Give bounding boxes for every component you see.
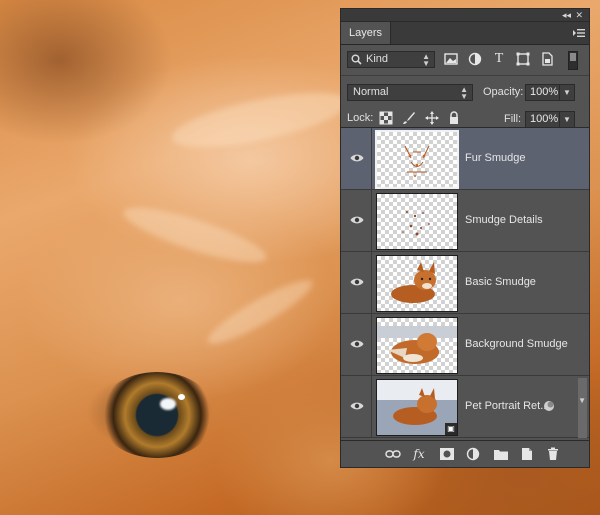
- smart-object-filter-icon[interactable]: [539, 51, 555, 67]
- lock-image-pixels-icon[interactable]: [402, 111, 416, 125]
- fill-value: 100%: [530, 113, 559, 125]
- add-mask-icon[interactable]: [439, 447, 455, 461]
- new-group-icon[interactable]: [493, 447, 509, 461]
- layer-name[interactable]: Basic Smudge: [465, 276, 536, 288]
- opacity-label: Opacity:: [483, 86, 524, 98]
- visibility-toggle[interactable]: [341, 314, 372, 375]
- lock-label: Lock:: [347, 112, 374, 124]
- adjustment-filter-icon[interactable]: [467, 51, 483, 67]
- panel-tab-bar: Layers: [341, 22, 589, 45]
- scroll-down-icon[interactable]: ▼: [578, 396, 586, 405]
- filter-row: Kind ▲ ▼ T: [341, 45, 589, 72]
- smart-object-thumbnail-icon: ▣: [445, 423, 457, 435]
- layer-row[interactable]: Basic Smudge: [341, 252, 589, 314]
- new-layer-icon[interactable]: [519, 447, 535, 461]
- eye-icon[interactable]: [350, 277, 364, 287]
- eye-icon[interactable]: [350, 153, 364, 163]
- collapse-icon[interactable]: ◂◂: [562, 9, 571, 21]
- chevron-down-icon[interactable]: ▼: [559, 112, 574, 127]
- fill-label: Fill:: [504, 113, 522, 125]
- search-icon: [351, 54, 362, 65]
- new-adjustment-layer-icon[interactable]: [465, 447, 481, 461]
- layer-name[interactable]: Smudge Details: [465, 214, 543, 226]
- layer-thumbnail: [376, 317, 458, 374]
- lock-transparent-pixels-icon[interactable]: [379, 111, 393, 125]
- opacity-value: 100%: [530, 86, 559, 98]
- panel-top-bar: ◂◂ ✕: [341, 9, 589, 22]
- layer-row[interactable]: Fur Smudge: [341, 128, 589, 190]
- eye-reflection: [160, 398, 176, 410]
- layer-row[interactable]: ▣ Pet Portrait Ret...: [341, 376, 589, 438]
- smart-filter-badge-icon[interactable]: [543, 400, 555, 412]
- layer-name[interactable]: Background Smudge: [465, 338, 568, 350]
- lock-position-icon[interactable]: [425, 111, 439, 125]
- layer-row[interactable]: Background Smudge: [341, 314, 589, 376]
- dog-eye: [98, 372, 216, 458]
- shape-filter-icon[interactable]: [515, 51, 531, 67]
- lock-all-icon[interactable]: [447, 111, 461, 125]
- panel-menu-icon[interactable]: [573, 27, 585, 39]
- filter-kind-value: Kind: [366, 53, 389, 65]
- updown-arrows-icon: ▲ ▼: [460, 85, 468, 101]
- layer-name[interactable]: Pet Portrait Ret...: [465, 400, 549, 412]
- delete-layer-icon[interactable]: [545, 447, 561, 461]
- chevron-down-icon[interactable]: ▼: [559, 85, 574, 100]
- eye-reflection: [178, 394, 185, 400]
- visibility-toggle[interactable]: [341, 190, 372, 251]
- updown-arrows-icon: ▲ ▼: [422, 52, 430, 68]
- blend-row: Normal ▲ ▼ Opacity: 100% ▼: [341, 79, 589, 106]
- layer-row[interactable]: Smudge Details: [341, 190, 589, 252]
- link-layers-icon[interactable]: [385, 447, 401, 461]
- visibility-toggle[interactable]: [341, 376, 372, 437]
- opacity-field[interactable]: 100% ▼: [525, 84, 575, 101]
- layer-thumbnail: ▣: [376, 379, 458, 436]
- fx-icon[interactable]: fx: [411, 447, 427, 461]
- blend-mode-value: Normal: [353, 86, 389, 98]
- fill-field[interactable]: 100% ▼: [525, 111, 575, 128]
- visibility-toggle[interactable]: [341, 128, 372, 189]
- layers-list: Fur Smudge Smudge Details Basic Smudge B…: [341, 127, 589, 440]
- layer-thumbnail: [375, 130, 459, 189]
- layer-thumbnail: [376, 193, 458, 250]
- divider: [341, 75, 589, 76]
- close-icon[interactable]: ✕: [575, 9, 583, 21]
- blend-mode-select[interactable]: Normal ▲ ▼: [347, 84, 473, 101]
- eye-icon[interactable]: [350, 215, 364, 225]
- tab-layers[interactable]: Layers: [341, 22, 392, 44]
- image-filter-icon[interactable]: [443, 51, 459, 67]
- eye-icon[interactable]: [350, 401, 364, 411]
- filter-toggle-switch[interactable]: [568, 51, 578, 70]
- layers-bottom-bar: fx: [341, 440, 589, 467]
- visibility-toggle[interactable]: [341, 252, 372, 313]
- layer-thumbnail: [376, 255, 458, 312]
- layers-panel: ◂◂ ✕ Layers Kind ▲ ▼ T Normal ▲ ▼ Opacit…: [340, 8, 590, 468]
- type-filter-icon[interactable]: T: [491, 51, 507, 67]
- filter-kind-select[interactable]: Kind ▲ ▼: [347, 51, 435, 68]
- scrollbar-thumb[interactable]: [578, 378, 587, 438]
- eye-icon[interactable]: [350, 339, 364, 349]
- layer-name[interactable]: Fur Smudge: [465, 152, 526, 164]
